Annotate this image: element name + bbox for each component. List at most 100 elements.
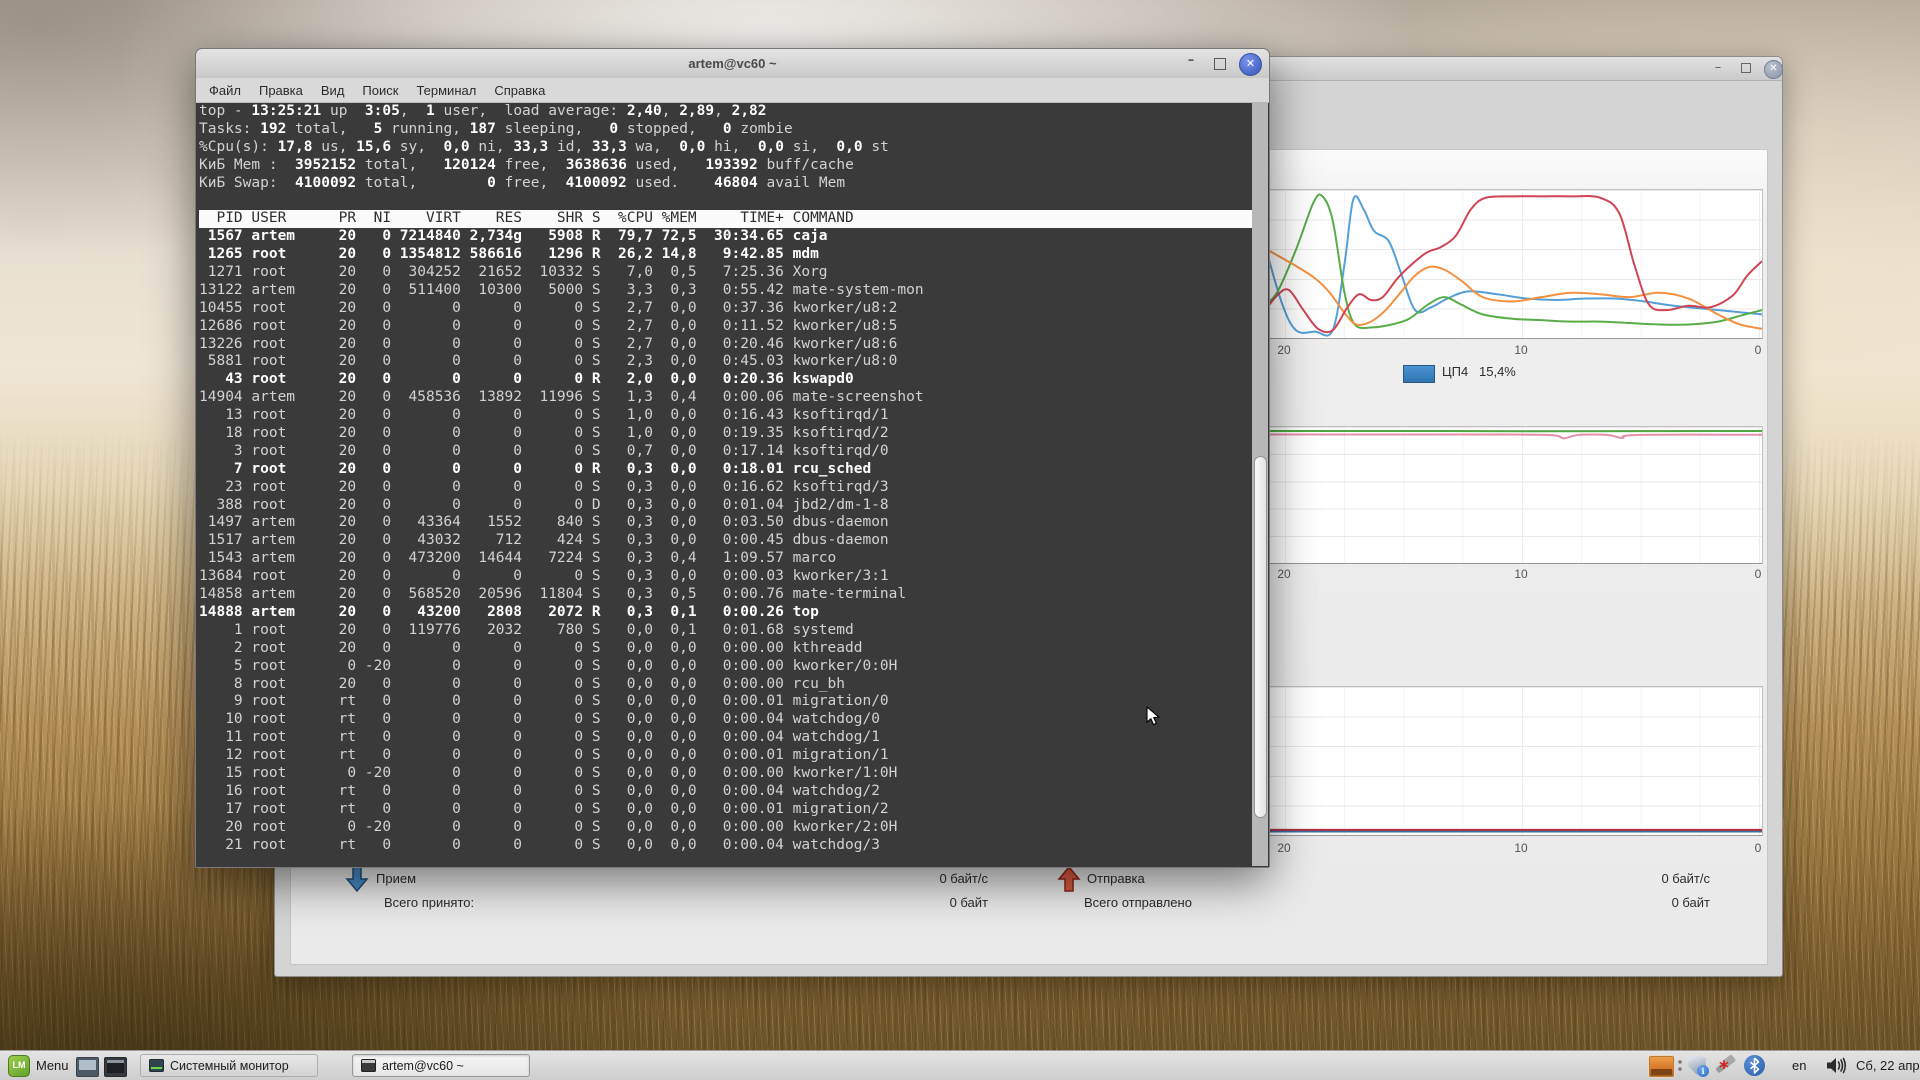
terminal-titlebar[interactable]: artem@vc60 ~ – ✕ xyxy=(196,49,1269,79)
process-row: 20 root 0 -20 0 0 0 S 0,0 0,0 0:00.00 kw… xyxy=(199,819,1252,837)
process-table-header: PID USER PR NI VIRT RES SHR S %CPU %MEM … xyxy=(199,210,1252,228)
terminal-menu-item[interactable]: Вид xyxy=(312,83,354,98)
total-received-value: 0 байт xyxy=(950,895,988,910)
process-row: 9 root rt 0 0 0 0 S 0,0 0,0 0:00.01 migr… xyxy=(199,693,1252,711)
process-row: 1 root 20 0 119776 2032 780 S 0,0 0,1 0:… xyxy=(199,622,1252,640)
terminal-text-line: top - 13:25:21 up 3:05, 1 user, load ave… xyxy=(199,103,1252,121)
process-row: 17 root rt 0 0 0 0 S 0,0 0,0 0:00.01 mig… xyxy=(199,801,1252,819)
axis-tick-label: 20 xyxy=(1277,567,1290,581)
axis-tick-label: 10 xyxy=(1514,567,1527,581)
menu-button-label: Menu xyxy=(36,1058,69,1073)
network-receive-stats: Прием 0 байт/с Всего принято: 0 байт xyxy=(344,865,988,925)
terminal-icon xyxy=(361,1059,376,1072)
total-received-label: Всего принято: xyxy=(384,895,474,910)
desktop: – ✕ 20100 ЦП4 15,4% 20100 20100 Прием 0 … xyxy=(0,0,1920,1080)
mouse-cursor xyxy=(1146,706,1162,728)
process-row: 13226 root 20 0 0 0 0 S 2,7 0,0 0:20.46 … xyxy=(199,336,1252,354)
menu-button[interactable]: LM Menu xyxy=(4,1053,77,1078)
close-icon[interactable]: ✕ xyxy=(1239,53,1262,76)
system-monitor-icon xyxy=(149,1059,164,1072)
process-row: 1543 artem 20 0 473200 14644 7224 S 0,3 … xyxy=(199,550,1252,568)
mint-logo-icon: LM xyxy=(8,1055,30,1077)
process-row: 18 root 20 0 0 0 0 S 1,0 0,0 0:19.35 kso… xyxy=(199,425,1252,443)
process-row: 1265 root 20 0 1354812 586616 1296 R 26,… xyxy=(199,246,1252,264)
network-send-stats: Отправка 0 байт/с Всего отправлено 0 бай… xyxy=(1056,865,1710,925)
terminal-menubar: ФайлПравкаВидПоискТерминалСправка xyxy=(196,78,1269,103)
terminal-text-line: КиБ Swap: 4100092 total, 0 free, 4100092… xyxy=(199,175,1252,193)
terminal-title: artem@vc60 ~ xyxy=(688,56,776,71)
process-row: 3 root 20 0 0 0 0 S 0,7 0,0 0:17.14 ksof… xyxy=(199,443,1252,461)
terminal-menu-item[interactable]: Терминал xyxy=(407,83,485,98)
process-row: 1517 artem 20 0 43032 712 424 S 0,3 0,0 … xyxy=(199,532,1252,550)
maximize-icon[interactable] xyxy=(1214,58,1226,70)
terminal-text-line: КиБ Mem : 3952152 total, 120124 free, 36… xyxy=(199,157,1252,175)
process-row: 21 root rt 0 0 0 0 S 0,0 0,0 0:00.04 wat… xyxy=(199,837,1252,855)
process-row: 13122 artem 20 0 511400 10300 5000 S 3,3… xyxy=(199,282,1252,300)
cpu4-color-swatch xyxy=(1403,365,1435,383)
process-row: 388 root 20 0 0 0 0 D 0,3 0,0 0:01.04 jb… xyxy=(199,497,1252,515)
process-row: 10 root rt 0 0 0 0 S 0,0 0,0 0:00.04 wat… xyxy=(199,711,1252,729)
receive-rate-value: 0 байт/с xyxy=(939,871,988,886)
minimize-icon[interactable]: – xyxy=(1709,59,1727,77)
process-row: 1567 artem 20 0 7214840 2,734g 5908 R 79… xyxy=(199,228,1252,246)
axis-tick-label: 20 xyxy=(1277,343,1290,357)
process-row: 43 root 20 0 0 0 0 R 2,0 0,0 0:20.36 ksw… xyxy=(199,371,1252,389)
axis-tick-label: 10 xyxy=(1514,841,1527,855)
send-rate-value: 0 байт/с xyxy=(1661,871,1710,886)
terminal-text-line: %Cpu(s): 17,8 us, 15,6 sy, 0,0 ni, 33,3 … xyxy=(199,139,1252,157)
process-row: 1271 root 20 0 304252 21652 10332 S 7,0 … xyxy=(199,264,1252,282)
taskbar-window-label: artem@vc60 ~ xyxy=(382,1059,464,1073)
terminal-window[interactable]: artem@vc60 ~ – ✕ ФайлПравкаВидПоискТерми… xyxy=(195,48,1270,868)
taskbar-window-terminal[interactable]: artem@vc60 ~ xyxy=(352,1054,530,1077)
process-row: 12 root rt 0 0 0 0 S 0,0 0,0 0:00.01 mig… xyxy=(199,747,1252,765)
show-desktop-icon[interactable] xyxy=(76,1057,99,1077)
process-row: 14904 artem 20 0 458536 13892 11996 S 1,… xyxy=(199,389,1252,407)
axis-tick-label: 0 xyxy=(1755,567,1762,581)
axis-tick-label: 0 xyxy=(1755,343,1762,357)
keyboard-layout-indicator[interactable]: en xyxy=(1792,1058,1806,1073)
cpu4-legend-label: ЦП4 xyxy=(1442,364,1468,379)
info-badge-icon: i xyxy=(1697,1065,1709,1077)
receive-label: Прием xyxy=(376,871,416,886)
minimize-icon[interactable]: – xyxy=(1181,49,1201,76)
total-sent-value: 0 байт xyxy=(1672,895,1710,910)
terminal-text-line xyxy=(199,192,1252,210)
close-icon[interactable]: ✕ xyxy=(1764,60,1783,79)
axis-tick-label: 10 xyxy=(1514,343,1527,357)
network-offline-icon[interactable]: * xyxy=(1714,1055,1738,1077)
terminal-launcher-icon[interactable] xyxy=(104,1057,127,1077)
taskbar-window-label: Системный монитор xyxy=(170,1059,289,1073)
clock[interactable]: Сб, 22 апр, 13:25 xyxy=(1856,1058,1920,1073)
process-row: 12686 root 20 0 0 0 0 S 2,7 0,0 0:11.52 … xyxy=(199,318,1252,336)
volume-icon[interactable] xyxy=(1826,1057,1848,1074)
tray-desktop-icon[interactable] xyxy=(1648,1055,1675,1078)
send-arrow-icon xyxy=(1056,865,1082,893)
terminal-scrollbar[interactable] xyxy=(1252,102,1268,866)
maximize-icon[interactable] xyxy=(1737,59,1755,77)
total-sent-label: Всего отправлено xyxy=(1084,895,1192,910)
process-row: 8 root 20 0 0 0 0 S 0,0 0,0 0:00.00 rcu_… xyxy=(199,676,1252,694)
process-row: 1497 artem 20 0 43364 1552 840 S 0,3 0,0… xyxy=(199,514,1252,532)
bluetooth-icon[interactable] xyxy=(1744,1055,1765,1076)
process-row: 11 root rt 0 0 0 0 S 0,0 0,0 0:00.04 wat… xyxy=(199,729,1252,747)
process-row: 14858 artem 20 0 568520 20596 11804 S 0,… xyxy=(199,586,1252,604)
axis-tick-label: 0 xyxy=(1755,841,1762,855)
process-row: 13684 root 20 0 0 0 0 S 0,3 0,0 0:00.03 … xyxy=(199,568,1252,586)
process-row: 7 root 20 0 0 0 0 R 0,3 0,0 0:18.01 rcu_… xyxy=(199,461,1252,479)
terminal-menu-item[interactable]: Справка xyxy=(485,83,554,98)
process-row: 10455 root 20 0 0 0 0 S 2,7 0,0 0:37.36 … xyxy=(199,300,1252,318)
update-manager-icon[interactable]: i xyxy=(1687,1055,1709,1077)
terminal-menu-item[interactable]: Правка xyxy=(250,83,312,98)
process-row: 2 root 20 0 0 0 0 S 0,0 0,0 0:00.00 kthr… xyxy=(199,640,1252,658)
terminal-menu-item[interactable]: Файл xyxy=(200,83,250,98)
terminal-text-line: Tasks: 192 total, 5 running, 187 sleepin… xyxy=(199,121,1252,139)
tray-handle-icon xyxy=(1678,1060,1682,1072)
process-row: 5 root 0 -20 0 0 0 S 0,0 0,0 0:00.00 kwo… xyxy=(199,658,1252,676)
terminal-menu-item[interactable]: Поиск xyxy=(353,83,407,98)
taskbar: LM Menu Системный монитор artem@vc60 ~ i… xyxy=(0,1050,1920,1080)
scrollbar-thumb[interactable] xyxy=(1254,456,1267,818)
taskbar-window-system-monitor[interactable]: Системный монитор xyxy=(140,1054,318,1077)
process-row: 15 root 0 -20 0 0 0 S 0,0 0,0 0:00.00 kw… xyxy=(199,765,1252,783)
process-row: 23 root 20 0 0 0 0 S 0,3 0,0 0:16.62 kso… xyxy=(199,479,1252,497)
terminal-output[interactable]: top - 13:25:21 up 3:05, 1 user, load ave… xyxy=(197,102,1252,866)
